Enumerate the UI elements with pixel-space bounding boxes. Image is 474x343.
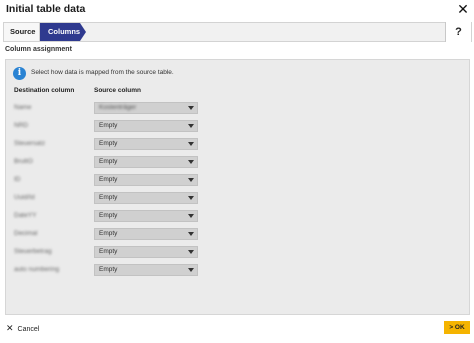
- source-column-select[interactable]: Empty: [94, 228, 198, 240]
- destination-column-header: Destination column: [14, 87, 75, 94]
- wizard-steps: Source Columns ?: [3, 22, 472, 42]
- table-row: Decimal Empty: [6, 228, 469, 242]
- source-column-header: Source column: [94, 87, 141, 94]
- source-column-select[interactable]: Empty: [94, 156, 198, 168]
- chevron-down-icon: [188, 178, 194, 182]
- destination-column-name: DateYY: [14, 212, 37, 219]
- section-title: Column assignment: [5, 46, 72, 53]
- source-column-value: Kostenträger: [99, 104, 137, 111]
- table-row: DateYY Empty: [6, 210, 469, 224]
- table-row: BruttO Empty: [6, 156, 469, 170]
- table-row: NRD Empty: [6, 120, 469, 134]
- chevron-down-icon: [188, 106, 194, 110]
- table-row: Steuersatz Empty: [6, 138, 469, 152]
- chevron-down-icon: [188, 196, 194, 200]
- source-column-value: Empty: [99, 158, 118, 165]
- chevron-down-icon: [188, 268, 194, 272]
- dialog-title: Initial table data: [6, 3, 86, 15]
- step-columns[interactable]: Columns: [40, 23, 80, 41]
- destination-column-name: Uuid/Id: [14, 194, 35, 201]
- source-column-value: Empty: [99, 230, 118, 237]
- destination-column-name: Steuerbetrag: [14, 248, 52, 255]
- source-column-select[interactable]: Empty: [94, 174, 198, 186]
- destination-column-name: Name: [14, 104, 32, 111]
- ok-button[interactable]: > OK: [444, 321, 470, 334]
- step-source[interactable]: Source: [4, 23, 40, 41]
- chevron-down-icon: [188, 160, 194, 164]
- table-row: Uuid/Id Empty: [6, 192, 469, 206]
- destination-column-name: auto numbering: [14, 266, 60, 273]
- table-row: auto numbering Empty: [6, 264, 469, 278]
- table-row: Name Kostenträger: [6, 102, 469, 116]
- help-button[interactable]: ?: [445, 22, 471, 42]
- chevron-down-icon: [188, 142, 194, 146]
- chevron-down-icon: [188, 214, 194, 218]
- source-column-value: Empty: [99, 140, 118, 147]
- source-column-select[interactable]: Empty: [94, 246, 198, 258]
- table-row: ID Empty: [6, 174, 469, 188]
- destination-column-name: BruttO: [14, 158, 33, 165]
- destination-column-name: ID: [14, 176, 21, 183]
- dialog-footer: ✕ Cancel > OK: [0, 318, 474, 343]
- source-column-select[interactable]: Empty: [94, 264, 198, 276]
- dialog-titlebar: Initial table data ✕: [0, 0, 474, 20]
- close-icon: ✕: [6, 323, 14, 333]
- cancel-label: Cancel: [17, 326, 40, 333]
- info-text: Select how data is mapped from the sourc…: [31, 69, 174, 76]
- chevron-down-icon: [188, 232, 194, 236]
- chevron-down-icon: [188, 124, 194, 128]
- source-column-value: Empty: [99, 248, 118, 255]
- chevron-down-icon: [188, 250, 194, 254]
- source-column-value: Empty: [99, 266, 118, 273]
- cancel-button[interactable]: ✕ Cancel: [6, 323, 39, 337]
- source-column-select[interactable]: Empty: [94, 192, 198, 204]
- close-icon[interactable]: ✕: [456, 1, 470, 17]
- source-column-select[interactable]: Empty: [94, 138, 198, 150]
- column-assignment-panel: i Select how data is mapped from the sou…: [5, 59, 470, 315]
- table-row: Steuerbetrag Empty: [6, 246, 469, 260]
- destination-column-name: Decimal: [14, 230, 38, 237]
- source-column-value: Empty: [99, 122, 118, 129]
- source-column-value: Empty: [99, 194, 118, 201]
- source-column-value: Empty: [99, 212, 118, 219]
- source-column-select[interactable]: Kostenträger: [94, 102, 198, 114]
- source-column-select[interactable]: Empty: [94, 210, 198, 222]
- active-step-arrow: [80, 23, 86, 41]
- destination-column-name: NRD: [14, 122, 29, 129]
- source-column-value: Empty: [99, 176, 118, 183]
- destination-column-name: Steuersatz: [14, 140, 46, 147]
- info-icon: i: [13, 67, 26, 80]
- source-column-select[interactable]: Empty: [94, 120, 198, 132]
